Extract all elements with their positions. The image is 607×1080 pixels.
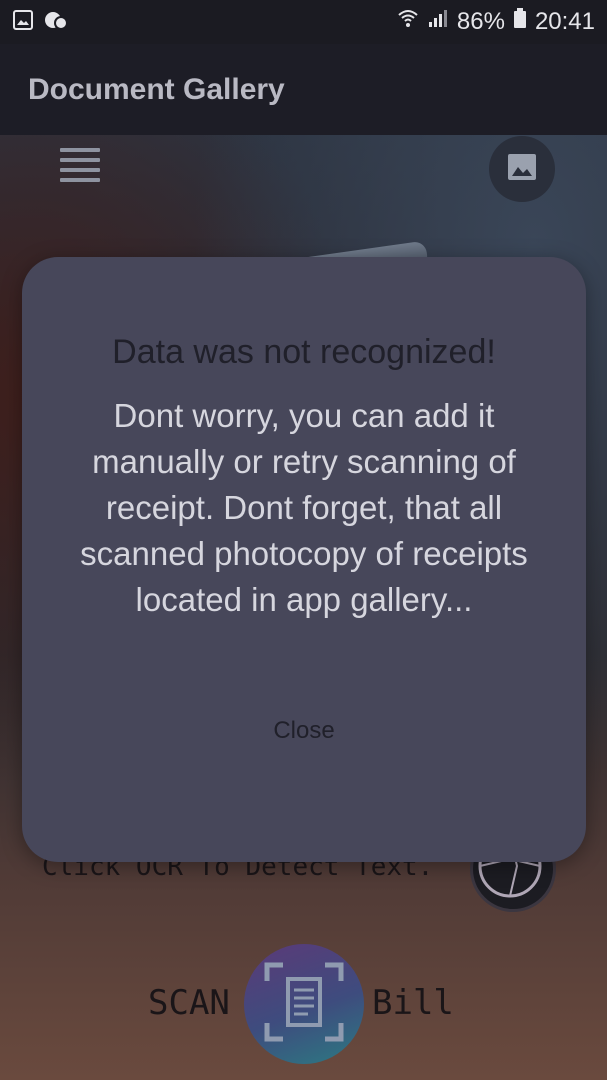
image-icon [12,9,34,36]
battery-icon [513,7,527,36]
document-scan-icon [261,959,347,1050]
dialog-message: Dont worry, you can add it manually or r… [80,397,528,618]
battery-percent: 86% [456,7,505,35]
status-right: 86% 20:41 [397,7,595,36]
bill-label: Bill [372,983,454,1023]
status-left-icons [12,9,68,36]
scan-bill-button[interactable] [244,944,364,1064]
notification-icon [44,9,68,36]
alert-dialog: Data was not recognized! Dont worry, you… [22,257,586,862]
status-time: 20:41 [534,7,595,35]
gallery-button[interactable] [489,136,555,202]
gallery-icon [506,152,538,187]
dialog-title: Data was not recognized! [112,333,496,371]
wifi-icon [397,7,419,36]
page-title: Document Gallery [28,73,285,106]
app-bar: Document Gallery [0,44,607,135]
ocr-icon [473,834,547,907]
scan-label: SCAN [148,983,230,1023]
menu-icon[interactable] [60,148,100,184]
close-button[interactable]: Close [254,717,354,745]
signal-icon [427,7,449,36]
status-bar: 86% 20:41 [0,0,607,44]
